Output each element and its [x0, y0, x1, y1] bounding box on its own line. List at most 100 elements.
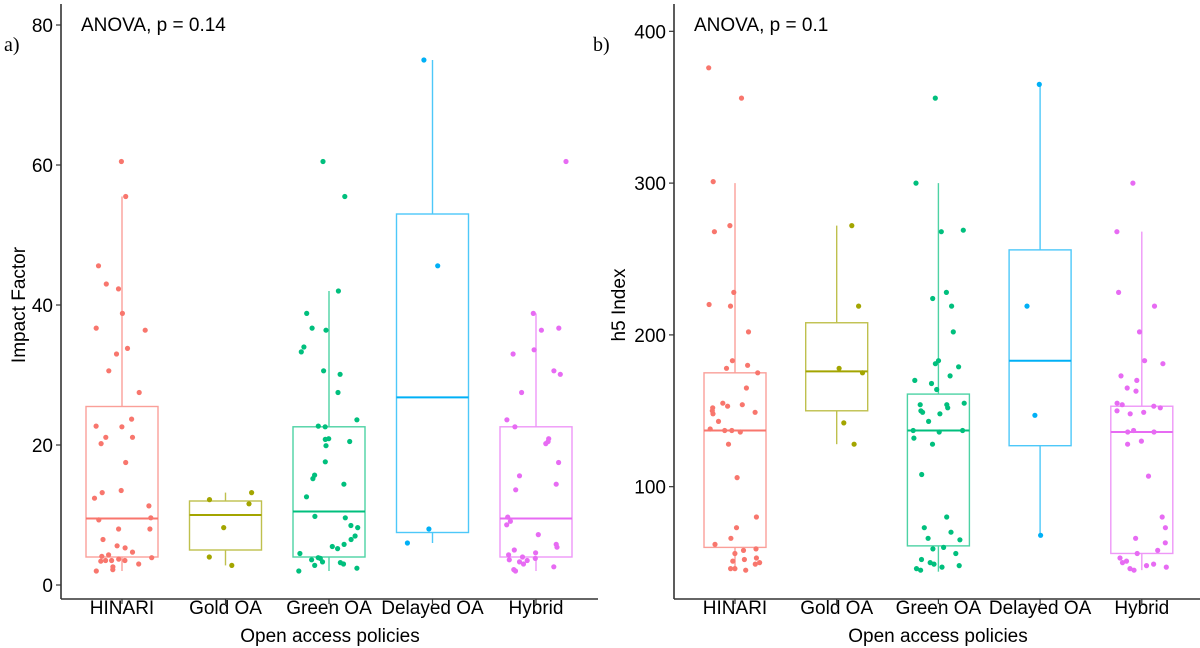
data-point	[93, 568, 99, 574]
data-point	[1114, 400, 1120, 406]
data-point	[753, 555, 760, 561]
data-point	[728, 535, 734, 541]
data-point	[136, 389, 142, 396]
data-point	[928, 380, 935, 387]
box-green-oa	[292, 291, 366, 571]
data-point	[729, 358, 736, 364]
data-point	[753, 514, 760, 520]
points-hinari	[91, 158, 155, 574]
data-point	[939, 564, 945, 570]
data-point	[323, 327, 329, 333]
data-point	[246, 501, 252, 507]
data-point	[1131, 427, 1137, 434]
data-point	[519, 389, 525, 396]
data-point	[752, 409, 758, 415]
data-point	[512, 568, 519, 574]
data-point	[1134, 550, 1140, 557]
data-point	[103, 557, 109, 564]
data-point	[554, 544, 560, 550]
data-point	[945, 405, 951, 411]
data-point	[739, 402, 745, 408]
data-point	[926, 418, 932, 424]
x-tick-label-green-oa: Green OA	[286, 598, 372, 619]
data-point	[913, 180, 919, 186]
data-point	[956, 364, 962, 370]
anova-annotation-a: ANOVA, p = 0.14	[81, 15, 226, 36]
data-point	[851, 441, 857, 447]
data-point	[513, 487, 519, 493]
data-point	[943, 289, 950, 295]
x-axis-title-b: Open access policies	[848, 626, 1028, 647]
data-point	[841, 420, 847, 426]
data-point	[341, 541, 347, 548]
data-point	[720, 400, 726, 406]
box-iqr	[1008, 249, 1072, 447]
data-point	[856, 303, 862, 309]
data-point	[553, 481, 559, 487]
data-point	[148, 515, 154, 521]
data-point	[426, 526, 432, 532]
data-point	[404, 540, 410, 546]
data-point	[435, 263, 441, 269]
data-point	[1136, 329, 1143, 335]
data-point	[123, 193, 129, 200]
data-point	[556, 325, 562, 331]
data-point	[249, 490, 255, 496]
data-point	[122, 557, 128, 564]
data-point	[961, 400, 967, 406]
data-point	[937, 411, 943, 417]
points-hinari	[706, 65, 763, 573]
data-point	[707, 426, 713, 432]
data-point	[1114, 229, 1120, 235]
data-point	[136, 561, 142, 567]
x-tick-label-hybrid: Hybrid	[1114, 598, 1169, 619]
data-point	[510, 351, 516, 357]
data-point	[932, 95, 938, 101]
data-point	[342, 515, 348, 521]
data-point	[957, 537, 963, 543]
x-tick-label-delayed-oa: Delayed OA	[989, 598, 1092, 619]
box-iqr	[395, 213, 470, 534]
data-point	[730, 558, 736, 564]
data-point	[960, 227, 966, 233]
data-point	[1157, 405, 1163, 411]
box-hybrid	[499, 313, 573, 571]
data-point	[740, 547, 747, 554]
data-point	[296, 568, 302, 574]
data-point	[738, 95, 745, 101]
data-point	[725, 441, 732, 447]
data-point	[532, 555, 538, 562]
data-point	[124, 345, 131, 351]
y-tick-label: 400	[634, 22, 666, 43]
box-delayed-oa	[1008, 84, 1072, 536]
data-point	[91, 495, 98, 501]
data-point	[118, 158, 124, 165]
data-point	[712, 541, 718, 548]
data-point	[743, 567, 749, 573]
data-point	[297, 550, 303, 557]
data-point	[1145, 473, 1152, 479]
data-point	[1151, 303, 1158, 309]
data-point	[309, 325, 315, 331]
data-point	[352, 533, 358, 539]
data-point	[930, 546, 936, 552]
data-point	[147, 526, 153, 532]
points-delayed-oa	[404, 57, 441, 546]
data-point	[944, 514, 950, 520]
data-point	[322, 436, 328, 442]
data-point	[1160, 361, 1166, 367]
data-point	[1032, 412, 1038, 418]
data-point	[348, 522, 354, 529]
data-point	[932, 361, 939, 367]
data-point	[1119, 402, 1125, 408]
data-point	[947, 373, 953, 379]
box-iqr	[906, 393, 971, 547]
data-point	[960, 427, 966, 434]
data-point	[119, 424, 125, 430]
data-point	[1124, 385, 1130, 391]
data-point	[519, 554, 526, 560]
data-point	[732, 550, 738, 557]
data-point	[953, 550, 959, 557]
data-point	[354, 417, 360, 423]
data-point	[310, 476, 316, 482]
